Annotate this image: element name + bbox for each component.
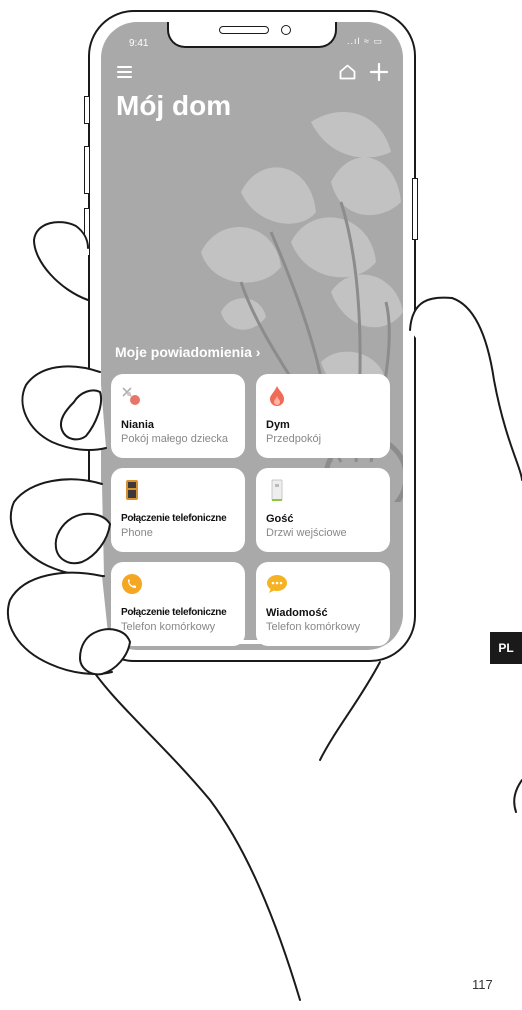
flame-icon [270, 386, 284, 406]
volume-up-button [84, 146, 90, 194]
hamburger-menu-icon[interactable] [117, 66, 132, 78]
phone-notch [167, 22, 337, 48]
card-subtitle: Telefon komórkowy [266, 621, 361, 633]
home-indicator [197, 640, 307, 644]
plus-icon[interactable] [369, 62, 389, 82]
door-station-icon [271, 479, 283, 501]
card-title: Połączenie telefoniczne [121, 513, 227, 524]
desk-phone-icon [126, 480, 138, 500]
notification-card-mobile-call[interactable]: Połączenie telefoniczne Telefon komórkow… [111, 562, 245, 646]
phone-screen: 9:41 ..ıl ≈ ▭ Mój dom Moje powiadomienia… [101, 22, 403, 650]
notification-card-guest[interactable]: Gość Drzwi wejściowe [256, 468, 390, 552]
front-camera [281, 25, 291, 35]
volume-down-button [84, 208, 90, 256]
baby-monitor-icon [122, 387, 140, 405]
home-icon[interactable] [339, 64, 356, 80]
card-subtitle: Phone [121, 527, 153, 539]
notification-card-phone-call[interactable]: Połączenie telefoniczne Phone [111, 468, 245, 552]
notification-card-baby-monitor[interactable]: Niania Pokój małego dziecka [111, 374, 245, 458]
status-icons: ..ıl ≈ ▭ [347, 36, 383, 46]
notifications-section-link[interactable]: Moje powiadomienia › [115, 344, 260, 360]
page-number: 117 [472, 977, 493, 992]
speaker-grille [219, 26, 269, 34]
card-title: Gość [266, 513, 294, 525]
card-subtitle: Przedpokój [266, 433, 322, 445]
card-subtitle: Telefon komórkowy [121, 621, 216, 633]
manual-page: 9:41 ..ıl ≈ ▭ Mój dom Moje powiadomienia… [0, 0, 522, 1010]
card-title: Niania [121, 419, 155, 431]
card-title: Wiadomość [266, 607, 328, 619]
mute-switch [84, 96, 90, 124]
phone-call-icon [122, 574, 142, 594]
card-subtitle: Pokój małego dziecka [121, 433, 229, 445]
notification-card-message[interactable]: Wiadomość Telefon komórkowy [256, 562, 390, 646]
page-title: Mój dom [116, 90, 232, 121]
card-title: Połączenie telefoniczne [121, 607, 227, 618]
power-button [412, 178, 418, 240]
card-subtitle: Drzwi wejściowe [266, 527, 347, 539]
card-title: Dym [266, 419, 290, 431]
language-badge: PL [490, 632, 522, 664]
status-time: 9:41 [129, 38, 149, 49]
message-bubble-icon [267, 575, 287, 593]
notification-card-smoke[interactable]: Dym Przedpokój [256, 374, 390, 458]
